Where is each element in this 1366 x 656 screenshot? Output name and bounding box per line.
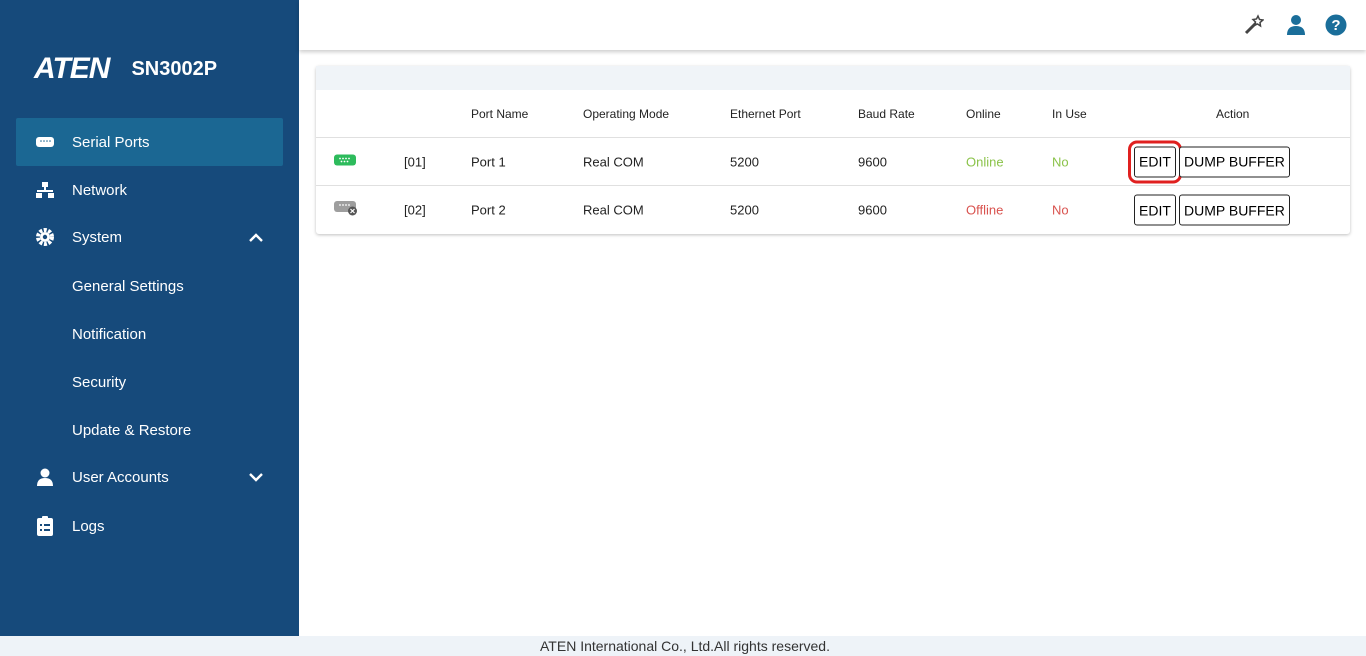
footer: ATEN International Co., Ltd.All rights r… <box>0 636 1366 656</box>
baud-rate: 9600 <box>858 154 887 169</box>
ethernet-port: 5200 <box>730 202 759 218</box>
chevron-up-icon <box>249 229 263 245</box>
sidebar: ATEN SN3002P Serial Ports Network System… <box>0 0 299 636</box>
network-icon <box>36 181 54 199</box>
sidebar-item-network[interactable]: Network <box>16 166 283 214</box>
baud-rate: 9600 <box>858 202 887 218</box>
serial-ports-table: Port Name Operating Mode Ethernet Port B… <box>316 66 1350 234</box>
user-icon <box>36 468 54 486</box>
in-use-status: No <box>1052 154 1069 169</box>
svg-text:?: ? <box>1331 17 1340 34</box>
sidebar-item-label: General Settings <box>72 277 184 295</box>
sidebar-item-serial-ports[interactable]: Serial Ports <box>16 118 283 166</box>
clipboard-icon <box>36 516 54 536</box>
table-row: [02] Port 2 Real COM 5200 9600 Offline N… <box>316 186 1350 234</box>
sidebar-item-label: Update & Restore <box>72 421 192 439</box>
header-ethernet-port: Ethernet Port <box>730 106 801 121</box>
operating-mode: Real COM <box>583 154 644 169</box>
ethernet-port: 5200 <box>730 154 759 169</box>
sidebar-item-logs[interactable]: Logs <box>16 502 283 550</box>
sidebar-item-security[interactable]: Security <box>16 358 283 406</box>
top-bar: ? <box>299 0 1366 50</box>
sidebar-item-label: Logs <box>72 517 105 535</box>
sidebar-item-user-accounts[interactable]: User Accounts <box>16 453 283 501</box>
table-header: Port Name Operating Mode Ethernet Port B… <box>316 90 1350 138</box>
online-status: Online <box>966 154 1004 169</box>
dump-buffer-button[interactable]: DUMP BUFFER <box>1179 194 1290 226</box>
port-index: [01] <box>404 154 426 169</box>
table-row: [01] Port 1 Real COM 5200 9600 Online No… <box>316 138 1350 186</box>
header-operating-mode: Operating Mode <box>583 106 670 121</box>
dump-buffer-button[interactable]: DUMP BUFFER <box>1179 146 1290 177</box>
gear-icon <box>36 228 54 246</box>
edit-button[interactable]: EDIT <box>1134 194 1176 226</box>
sidebar-item-label: System <box>72 228 123 246</box>
magic-wand-icon[interactable] <box>1242 14 1265 36</box>
chevron-down-icon <box>249 469 263 485</box>
port-online-icon <box>334 154 356 169</box>
sidebar-item-label: Notification <box>72 325 147 343</box>
header-baud-rate: Baud Rate <box>858 106 915 121</box>
sidebar-item-label: User Accounts <box>72 468 169 486</box>
edit-button[interactable]: EDIT <box>1128 140 1182 183</box>
header-action: Action <box>1216 106 1250 121</box>
header-online: Online <box>966 106 1001 121</box>
table-toolbar <box>316 66 1350 90</box>
user-profile-icon[interactable] <box>1285 14 1307 36</box>
serial-port-icon <box>36 133 54 151</box>
brand-logo: ATEN <box>34 52 110 85</box>
logo: ATEN SN3002P <box>34 52 217 86</box>
operating-mode: Real COM <box>583 202 644 218</box>
port-index: [02] <box>404 202 426 218</box>
sidebar-item-label: Network <box>72 181 128 199</box>
sidebar-item-label: Security <box>72 373 127 391</box>
in-use-status: No <box>1052 202 1069 218</box>
port-offline-icon <box>334 201 358 219</box>
sidebar-item-general-settings[interactable]: General Settings <box>16 262 283 310</box>
sidebar-item-update-restore[interactable]: Update & Restore <box>16 406 283 454</box>
header-port-name: Port Name <box>471 106 529 121</box>
model-name: SN3002P <box>131 57 218 80</box>
header-in-use: In Use <box>1052 106 1087 121</box>
sidebar-item-label: Serial Ports <box>72 133 150 151</box>
port-name: Port 1 <box>471 154 506 169</box>
online-status: Offline <box>966 202 1004 218</box>
help-icon[interactable]: ? <box>1325 14 1347 36</box>
sidebar-item-notification[interactable]: Notification <box>16 310 283 358</box>
sidebar-item-system[interactable]: System <box>16 213 283 261</box>
port-name: Port 2 <box>471 202 506 218</box>
